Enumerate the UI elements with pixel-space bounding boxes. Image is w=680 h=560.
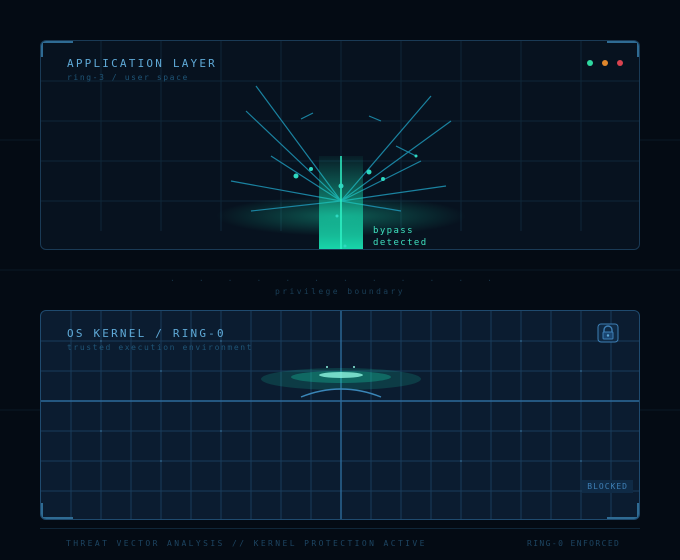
panel-subtitle: ring-3 / user space [67, 73, 189, 82]
footer-divider [40, 528, 640, 529]
corner-bracket [607, 41, 639, 57]
boundary-dotted-line: · · · · · · · · · · · · · · · · · · · · … [170, 276, 510, 285]
blocked-badge: BLOCKED [582, 480, 633, 493]
corner-bracket [607, 503, 639, 519]
corner-bracket [41, 503, 73, 519]
footer-status-text: THREAT VECTOR ANALYSIS // KERNEL PROTECT… [66, 539, 427, 548]
bypass-alert: bypass detected [373, 225, 428, 249]
red-status-dot [617, 60, 623, 66]
panel-title: APPLICATION LAYER [67, 57, 217, 70]
panel-subtitle: trusted execution environment [67, 343, 254, 352]
corner-bracket [41, 41, 73, 57]
status-dots [587, 60, 623, 66]
privilege-boundary-label: privilege boundary [275, 287, 405, 296]
footer-enforcement-text: RING-0 ENFORCED [527, 539, 621, 548]
kernel-layer-panel: OS KERNEL / RING-0 trusted execution env… [40, 310, 640, 520]
bypass-alert-line1: bypass [373, 226, 414, 236]
lock-icon [597, 323, 619, 343]
application-layer-panel: APPLICATION LAYER ring-3 / user space by… [40, 40, 640, 250]
panel-title: OS KERNEL / RING-0 [67, 327, 226, 340]
green-status-dot [587, 60, 593, 66]
bypass-alert-line2: detected [373, 238, 428, 248]
orange-status-dot [602, 60, 608, 66]
